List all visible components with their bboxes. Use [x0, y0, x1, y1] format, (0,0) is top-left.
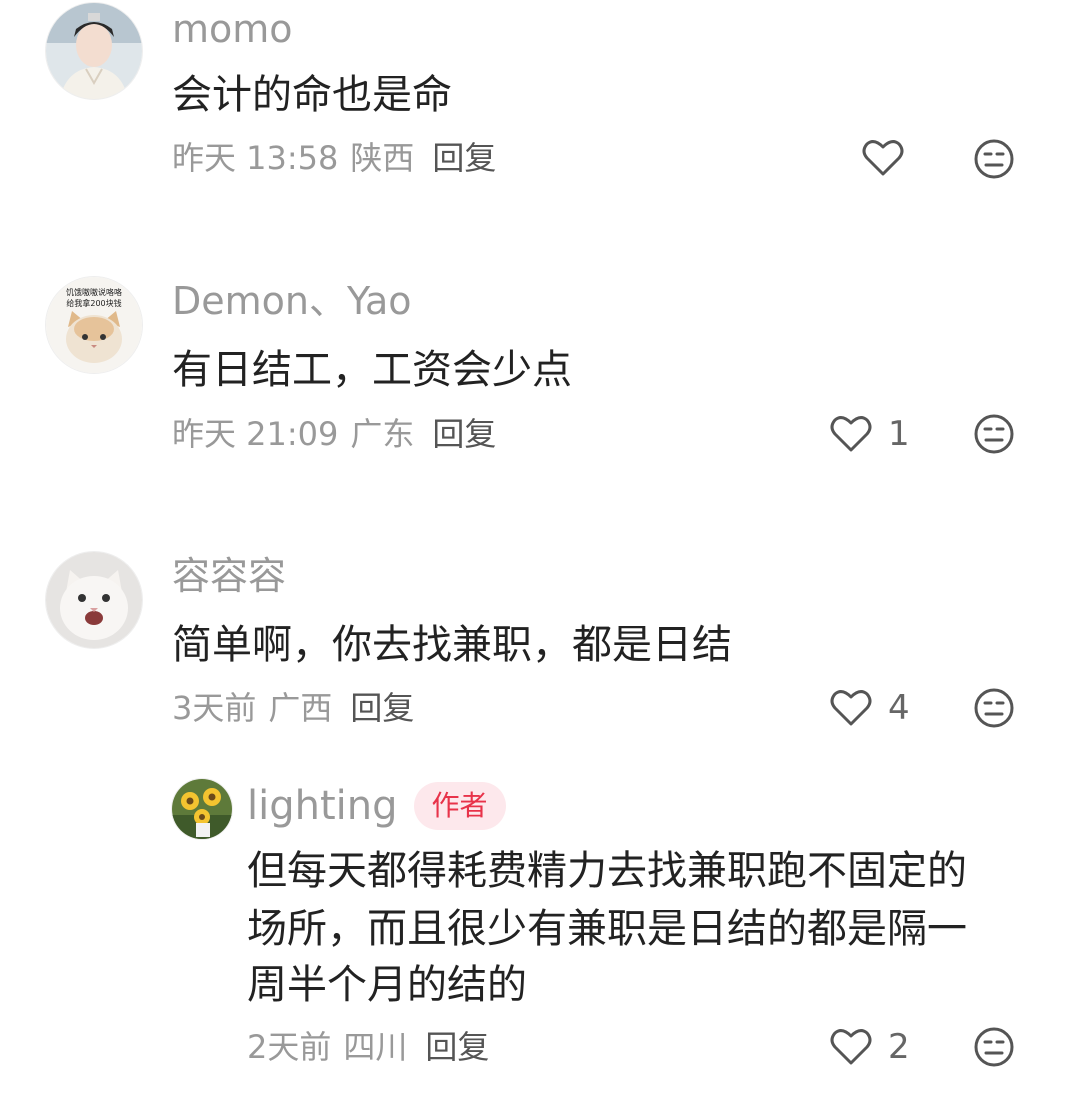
dislike-button[interactable] — [974, 1027, 1014, 1071]
like-button[interactable] — [862, 139, 920, 177]
comment-item: 容容容 简单啊，你去找兼职，都是日结 3天前 广西 回复 4 — [0, 545, 1079, 765]
author-badge: 作者 — [413, 782, 506, 830]
like-button[interactable]: 4 — [830, 689, 910, 727]
white-cat-avatar-icon — [46, 552, 142, 648]
reply-button[interactable]: 回复 — [432, 142, 496, 174]
comment-username[interactable]: Demon、Yao — [172, 282, 412, 320]
like-button[interactable]: 1 — [830, 415, 910, 453]
comment-time: 3天前 — [172, 689, 257, 727]
like-button[interactable]: 2 — [830, 1028, 910, 1066]
person-avatar-icon — [46, 3, 142, 99]
comment-location: 陕西 — [350, 139, 415, 177]
sunflower-avatar-icon — [172, 779, 232, 839]
like-count: 2 — [888, 1027, 910, 1067]
reply-meta: 2天前 四川 回复 — [247, 1031, 489, 1063]
like-count: 1 — [888, 414, 910, 454]
neutral-face-icon — [974, 1027, 1014, 1067]
reply-username[interactable]: lighting — [247, 786, 398, 826]
comment-meta: 昨天 21:09 广东 回复 — [172, 418, 496, 450]
heart-icon — [830, 690, 872, 726]
avatar-caption: 饥饿嗷嗷说咯咯 — [66, 287, 122, 297]
comment-location: 广西 — [268, 689, 333, 727]
avatar-caption: 给我拿200块钱 — [66, 298, 121, 308]
user-avatar[interactable] — [45, 2, 143, 100]
reply-time: 2天前 — [247, 1028, 332, 1066]
comment-text: 简单啊，你去找兼职，都是日结 — [172, 622, 732, 668]
dislike-button[interactable] — [974, 139, 1014, 183]
reply-text-line: 但每天都得耗费精力去找兼职跑不固定的 — [247, 848, 967, 894]
reply-text-line: 周半个月的结的 — [247, 962, 527, 1008]
comment-meta: 3天前 广西 回复 — [172, 692, 414, 724]
neutral-face-icon — [974, 414, 1014, 454]
comment-time: 昨天 13:58 — [172, 139, 339, 177]
heart-icon — [830, 1029, 872, 1065]
like-count: 4 — [888, 688, 910, 728]
heart-icon — [830, 416, 872, 452]
comment-text: 会计的命也是命 — [172, 72, 452, 118]
reply-button[interactable]: 回复 — [425, 1031, 489, 1063]
reply-text-line: 场所，而且很少有兼职是日结的都是隔一 — [247, 906, 967, 952]
neutral-face-icon — [974, 688, 1014, 728]
comment-location: 广东 — [350, 415, 415, 453]
reply-button[interactable]: 回复 — [350, 692, 414, 724]
cat-avatar-icon: 饥饿嗷嗷说咯咯 给我拿200块钱 — [46, 277, 142, 373]
comment-username[interactable]: momo — [172, 10, 293, 48]
comment-item: momo 会计的命也是命 昨天 13:58 陕西 回复 — [0, 0, 1079, 230]
user-avatar[interactable] — [171, 778, 233, 840]
reply-button[interactable]: 回复 — [432, 418, 496, 450]
heart-icon — [862, 140, 904, 176]
neutral-face-icon — [974, 139, 1014, 179]
reply-header: lighting 作者 — [247, 782, 506, 830]
comment-item: 饥饿嗷嗷说咯咯 给我拿200块钱 Demon、Yao 有日结工，工资会少点 昨天… — [0, 270, 1079, 500]
comment-text: 有日结工，工资会少点 — [172, 347, 572, 393]
comment-time: 昨天 21:09 — [172, 415, 339, 453]
reply-item: lighting 作者 但每天都得耗费精力去找兼职跑不固定的 场所，而且很少有兼… — [0, 770, 1079, 1090]
dislike-button[interactable] — [974, 414, 1014, 458]
user-avatar[interactable]: 饥饿嗷嗷说咯咯 给我拿200块钱 — [45, 276, 143, 374]
comment-username[interactable]: 容容容 — [172, 557, 286, 595]
comment-meta: 昨天 13:58 陕西 回复 — [172, 142, 496, 174]
user-avatar[interactable] — [45, 551, 143, 649]
reply-location: 四川 — [343, 1028, 408, 1066]
dislike-button[interactable] — [974, 688, 1014, 732]
